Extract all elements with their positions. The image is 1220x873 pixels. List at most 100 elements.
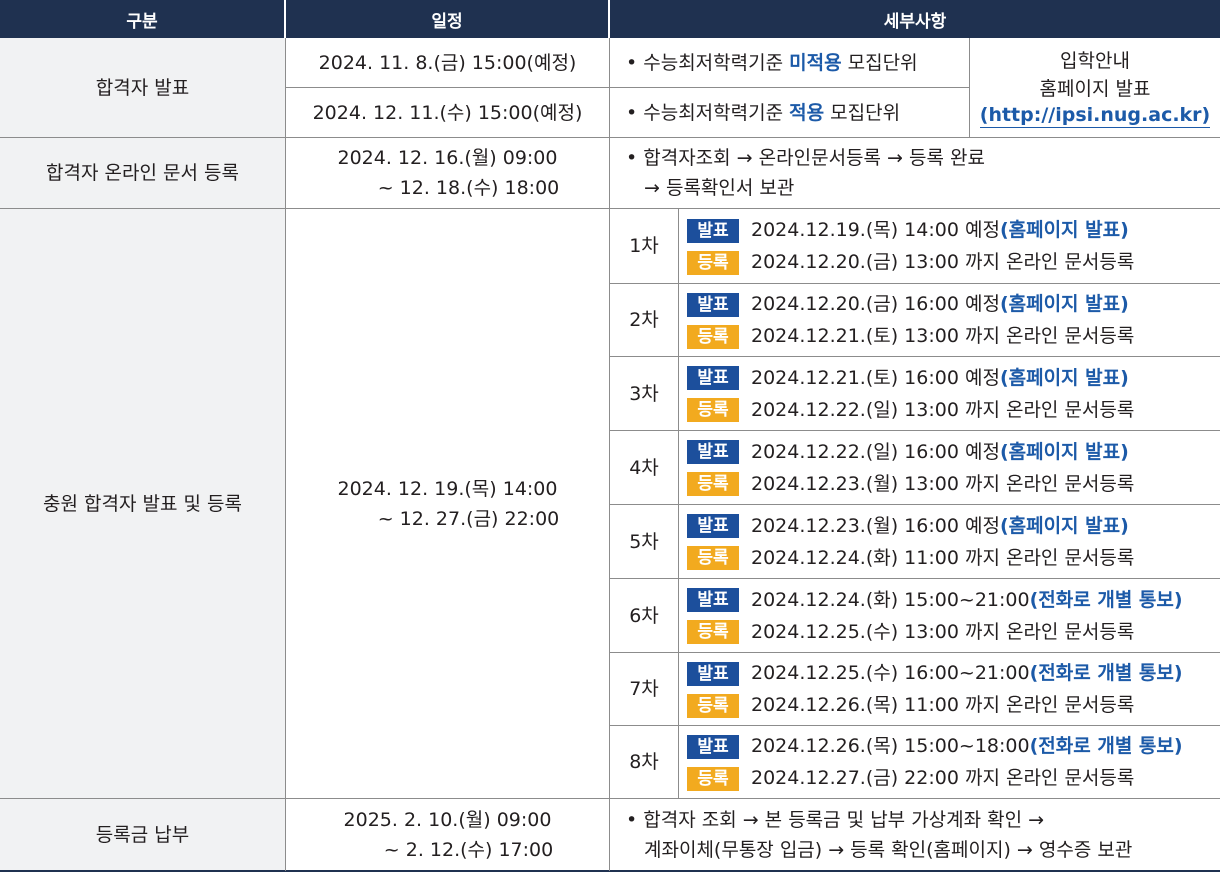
category-online-docs: 합격자 온라인 문서 등록 — [46, 162, 239, 184]
announcement-notice: 입학안내 홈페이지 발표 (http://ipsi.nug.ac.kr) — [970, 38, 1220, 137]
round-detail: 발표 2024.12.21.(토) 16:00 예정(홈페이지 발표) 등록 2024… — [687, 357, 1220, 430]
round-publish-line: 발표 2024.12.23.(월) 16:00 예정(홈페이지 발표) — [687, 510, 1129, 542]
round-detail: 발표 2024.12.23.(월) 16:00 예정(홈페이지 발표) 등록 2024… — [687, 505, 1220, 578]
tuition-schedule: 2025. 2. 10.(월) 09:00 ~ 2. 12.(수) 17:00 — [286, 799, 609, 870]
header-schedule: 일정 — [286, 0, 608, 38]
round-publish-note: (전화로 개별 통보) — [1029, 662, 1183, 684]
category-tuition: 등록금 납부 — [95, 823, 190, 846]
tuition-detail-line-1: • 합격자 조회 → 본 등록금 및 납부 가상계좌 확인 → — [626, 808, 1045, 831]
round-publish-note: (홈페이지 발표) — [999, 219, 1129, 241]
round-register-line: 등록 2024.12.24.(화) 11:00 까지 온라인 문서등록 — [687, 542, 1134, 574]
round-register-date: 2024.12.21.(토) 13:00 까지 온라인 문서등록 — [751, 325, 1135, 347]
publish-tag: 발표 — [687, 292, 739, 317]
round-publish-date: 2024.12.22.(일) 16:00 예정 — [751, 440, 1000, 463]
notice-line-1: 입학안내 — [1060, 50, 1130, 72]
round-detail: 발표 2024.12.19.(목) 14:00 예정(홈페이지 발표) 등록 2024… — [687, 209, 1220, 283]
category-additional: 충원 합격자 발표 및 등록 — [43, 492, 242, 515]
header-details: 세부사항 — [610, 0, 1220, 38]
register-tag: 등록 — [687, 620, 739, 644]
tuition-schedule-line-2: ~ 2. 12.(수) 17:00 — [383, 838, 554, 861]
round-register-line: 등록 2024.12.25.(수) 13:00 까지 온라인 문서등록 — [687, 616, 1134, 648]
round-detail: 발표 2024.12.22.(일) 16:00 예정(홈페이지 발표) 등록 2024… — [687, 431, 1220, 504]
publish-tag: 발표 — [687, 588, 739, 612]
online-docs-schedule-line-1: 2024. 12. 16.(월) 09:00 — [337, 147, 558, 169]
round-register-date: 2024.12.23.(월) 13:00 까지 온라인 문서등록 — [751, 472, 1135, 495]
round-publish-note: (전화로 개별 통보) — [1029, 588, 1183, 611]
round-publish-date: 2024.12.20.(금) 16:00 예정 — [751, 293, 1000, 315]
round-register-line: 등록 2024.12.23.(월) 13:00 까지 온라인 문서등록 — [687, 468, 1134, 500]
register-tag: 등록 — [687, 766, 739, 791]
additional-schedule-line-2: ~ 12. 27.(금) 22:00 — [377, 507, 560, 530]
register-tag: 등록 — [687, 398, 739, 422]
tuition-detail: • 합격자 조회 → 본 등록금 및 납부 가상계좌 확인 → 계좌이체(무통장… — [626, 799, 1220, 870]
additional-schedule-line-1: 2024. 12. 19.(목) 14:00 — [337, 477, 558, 500]
admission-schedule-table: 구분 일정 세부사항 합격자 발표 2024. 11. 8.(금) 15:00(… — [0, 0, 1220, 873]
publish-tag: 발표 — [687, 366, 739, 390]
register-tag: 등록 — [687, 324, 739, 349]
online-docs-detail: • 합격자조회 → 온라인문서등록 → 등록 완료 → 등록확인서 보관 — [626, 138, 1220, 208]
online-docs-schedule-line-2: ~ 12. 18.(수) 18:00 — [377, 177, 560, 199]
round-label: 1차 — [629, 235, 659, 257]
round-detail: 발표 2024.12.20.(금) 16:00 예정(홈페이지 발표) 등록 2024… — [687, 284, 1220, 356]
header-category: 구분 — [0, 0, 284, 38]
round-register-date: 2024.12.22.(일) 13:00 까지 온라인 문서등록 — [751, 398, 1135, 421]
publish-tag: 발표 — [687, 514, 739, 538]
round-label: 5차 — [629, 530, 659, 553]
round-detail: 발표 2024.12.26.(목) 15:00~18:00(전화로 개별 통보) 등… — [687, 726, 1220, 798]
round-publish-line: 발표 2024.12.20.(금) 16:00 예정(홈페이지 발표) — [687, 288, 1129, 320]
register-tag: 등록 — [687, 472, 739, 496]
round-register-date: 2024.12.20.(금) 13:00 까지 온라인 문서등록 — [751, 251, 1135, 273]
round-register-line: 등록 2024.12.20.(금) 13:00 까지 온라인 문서등록 — [687, 246, 1134, 278]
round-register-line: 등록 2024.12.27.(금) 22:00 까지 온라인 문서등록 — [687, 762, 1134, 794]
round-publish-date: 2024.12.26.(목) 15:00~18:00 — [751, 735, 1030, 757]
round-register-date: 2024.12.24.(화) 11:00 까지 온라인 문서등록 — [751, 546, 1135, 569]
round-label: 4차 — [629, 456, 659, 479]
tuition-detail-line-2: 계좌이체(무통장 입금) → 등록 확인(홈페이지) → 영수증 보관 — [644, 838, 1133, 861]
round-register-line: 등록 2024.12.26.(목) 11:00 까지 온라인 문서등록 — [687, 689, 1134, 721]
round-publish-note: (전화로 개별 통보) — [1029, 735, 1183, 757]
round-detail: 발표 2024.12.24.(화) 15:00~21:00(전화로 개별 통보) 등… — [687, 579, 1220, 652]
register-tag: 등록 — [687, 250, 739, 275]
online-docs-detail-line-1: • 합격자조회 → 온라인문서등록 → 등록 완료 — [626, 147, 985, 169]
additional-schedule: 2024. 12. 19.(목) 14:00 ~ 12. 27.(금) 22:0… — [286, 209, 609, 798]
publish-tag: 발표 — [687, 734, 739, 759]
register-tag: 등록 — [687, 693, 739, 718]
notice-url-link[interactable]: (http://ipsi.nug.ac.kr) — [979, 103, 1211, 128]
round-label: 2차 — [629, 309, 659, 331]
announcement-schedule-2: 2024. 12. 11.(수) 15:00(예정) — [312, 101, 583, 124]
round-publish-date: 2024.12.19.(목) 14:00 예정 — [751, 219, 1000, 241]
announcement-schedule-1: 2024. 11. 8.(금) 15:00(예정) — [318, 51, 577, 74]
register-tag: 등록 — [687, 546, 739, 570]
round-register-date: 2024.12.25.(수) 13:00 까지 온라인 문서등록 — [751, 620, 1135, 643]
round-publish-date: 2024.12.25.(수) 16:00~21:00 — [751, 662, 1030, 684]
round-publish-line: 발표 2024.12.25.(수) 16:00~21:00(전화로 개별 통보) — [687, 657, 1183, 689]
online-docs-schedule: 2024. 12. 16.(월) 09:00 ~ 12. 18.(수) 18:0… — [286, 138, 609, 208]
round-detail: 발표 2024.12.25.(수) 16:00~21:00(전화로 개별 통보) 등… — [687, 653, 1220, 725]
round-register-line: 등록 2024.12.21.(토) 13:00 까지 온라인 문서등록 — [687, 320, 1134, 352]
announcement-detail-2: • 수능최저학력기준 적용 모집단위 — [626, 101, 901, 124]
round-publish-line: 발표 2024.12.24.(화) 15:00~21:00(전화로 개별 통보) — [687, 584, 1183, 616]
round-publish-line: 발표 2024.12.21.(토) 16:00 예정(홈페이지 발표) — [687, 362, 1129, 394]
round-label: 8차 — [629, 751, 659, 773]
round-publish-line: 발표 2024.12.19.(목) 14:00 예정(홈페이지 발표) — [687, 214, 1129, 246]
round-publish-note: (홈페이지 발표) — [999, 440, 1129, 463]
round-publish-note: (홈페이지 발표) — [999, 293, 1129, 315]
round-publish-line: 발표 2024.12.22.(일) 16:00 예정(홈페이지 발표) — [687, 436, 1129, 468]
round-register-date: 2024.12.26.(목) 11:00 까지 온라인 문서등록 — [751, 694, 1135, 716]
round-register-line: 등록 2024.12.22.(일) 13:00 까지 온라인 문서등록 — [687, 394, 1134, 426]
round-publish-note: (홈페이지 발표) — [999, 366, 1129, 389]
publish-tag: 발표 — [687, 661, 739, 686]
round-publish-line: 발표 2024.12.26.(목) 15:00~18:00(전화로 개별 통보) — [687, 730, 1183, 762]
announcement-detail-1: • 수능최저학력기준 미적용 모집단위 — [626, 51, 918, 74]
notice-line-2: 홈페이지 발표 — [1039, 78, 1151, 100]
round-publish-note: (홈페이지 발표) — [999, 514, 1129, 537]
category-announcement: 합격자 발표 — [95, 76, 190, 99]
round-register-date: 2024.12.27.(금) 22:00 까지 온라인 문서등록 — [751, 767, 1135, 789]
online-docs-detail-line-2: → 등록확인서 보관 — [644, 177, 795, 199]
publish-tag: 발표 — [687, 218, 739, 243]
round-label: 3차 — [629, 382, 659, 405]
round-label: 6차 — [629, 604, 659, 627]
round-publish-date: 2024.12.24.(화) 15:00~21:00 — [751, 588, 1030, 611]
publish-tag: 발표 — [687, 440, 739, 464]
tuition-schedule-line-1: 2025. 2. 10.(월) 09:00 — [343, 808, 552, 831]
